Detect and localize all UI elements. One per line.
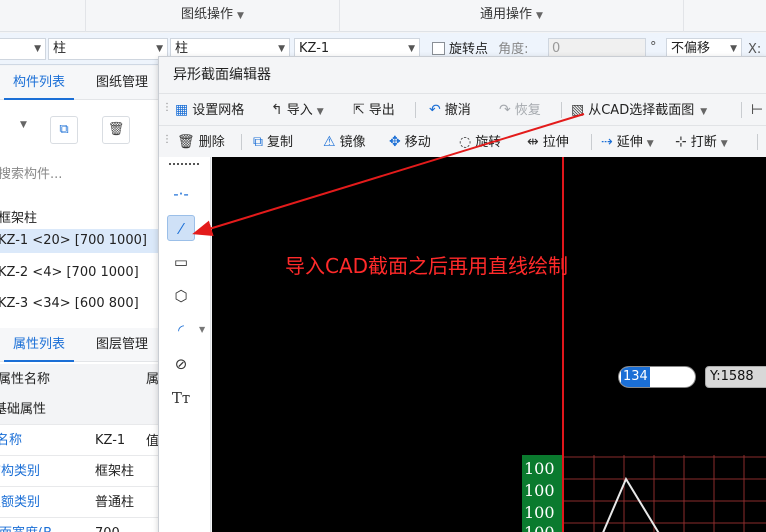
arrow-annotation — [192, 113, 585, 236]
